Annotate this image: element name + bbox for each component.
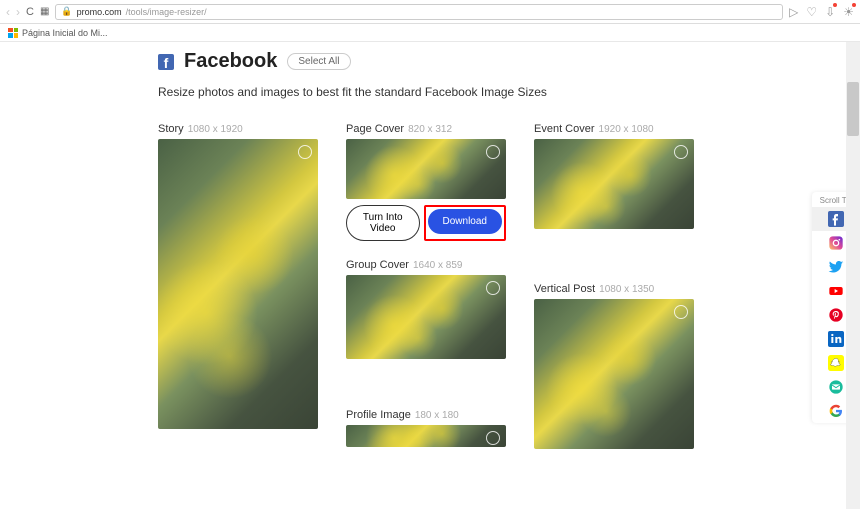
bookmark-bar: Página Inicial do Mi... [0, 24, 860, 42]
card-title: Event Cover1920 x 1080 [534, 123, 694, 135]
address-bar[interactable]: 🔒 promo.com/tools/image-resizer/ [55, 4, 783, 20]
turn-into-video-button[interactable]: Turn Into Video [346, 205, 420, 241]
facebook-icon [828, 211, 844, 227]
group-cover-card-image[interactable] [346, 275, 506, 359]
vertical-scrollbar[interactable] [846, 42, 860, 509]
send-icon[interactable]: ▷ [789, 5, 798, 19]
email-icon [828, 379, 844, 395]
card-title: Page Cover820 x 312 [346, 123, 506, 135]
linkedin-icon [828, 331, 844, 347]
microsoft-logo-icon [8, 28, 18, 38]
bookmark-item[interactable]: Página Inicial do Mi... [22, 28, 108, 38]
vertical-post-card-image[interactable] [534, 299, 694, 449]
section-title: Facebook [184, 50, 277, 73]
select-all-button[interactable]: Select All [287, 53, 350, 70]
download-button[interactable]: Download [428, 209, 502, 234]
card-title: Profile Image180 x 180 [346, 409, 506, 421]
select-circle[interactable] [486, 431, 500, 445]
download-icon[interactable]: ⇩ [825, 5, 835, 19]
twitter-icon [828, 259, 844, 275]
profile-icon[interactable]: ☀ [843, 5, 854, 19]
page-content: f Facebook Select All Resize photos and … [0, 42, 860, 509]
heart-icon[interactable]: ♡ [806, 5, 817, 19]
pinterest-icon [828, 307, 844, 323]
back-button[interactable]: ‹ [6, 5, 10, 19]
apps-button[interactable]: ▦ [40, 6, 49, 17]
select-circle[interactable] [674, 145, 688, 159]
url-domain: promo.com [77, 7, 122, 17]
instagram-icon [828, 235, 844, 251]
facebook-icon: f [158, 54, 174, 70]
url-path: /tools/image-resizer/ [126, 7, 207, 17]
section-subtitle: Resize photos and images to best fit the… [158, 85, 702, 99]
select-circle[interactable] [486, 281, 500, 295]
section-header: f Facebook Select All [158, 50, 702, 73]
scrollbar-thumb[interactable] [847, 82, 859, 136]
card-title: Story1080 x 1920 [158, 123, 318, 135]
card-title: Group Cover1640 x 859 [346, 259, 506, 271]
highlight-annotation: Download [424, 205, 506, 241]
select-circle[interactable] [674, 305, 688, 319]
card-title: Vertical Post1080 x 1350 [534, 283, 694, 295]
select-circle[interactable] [486, 145, 500, 159]
reload-button[interactable]: C [26, 6, 34, 18]
select-circle[interactable] [298, 145, 312, 159]
card-actions: Turn Into Video Download [346, 205, 506, 241]
youtube-icon [828, 283, 844, 299]
story-card-image[interactable] [158, 139, 318, 429]
profile-card-image[interactable] [346, 425, 506, 447]
snapchat-icon [828, 355, 844, 371]
forward-button[interactable]: › [16, 5, 20, 19]
google-icon [828, 403, 844, 419]
event-cover-card-image[interactable] [534, 139, 694, 229]
browser-toolbar: ‹ › C ▦ 🔒 promo.com/tools/image-resizer/… [0, 0, 860, 24]
lock-icon: 🔒 [61, 6, 72, 17]
page-cover-card-image[interactable] [346, 139, 506, 199]
